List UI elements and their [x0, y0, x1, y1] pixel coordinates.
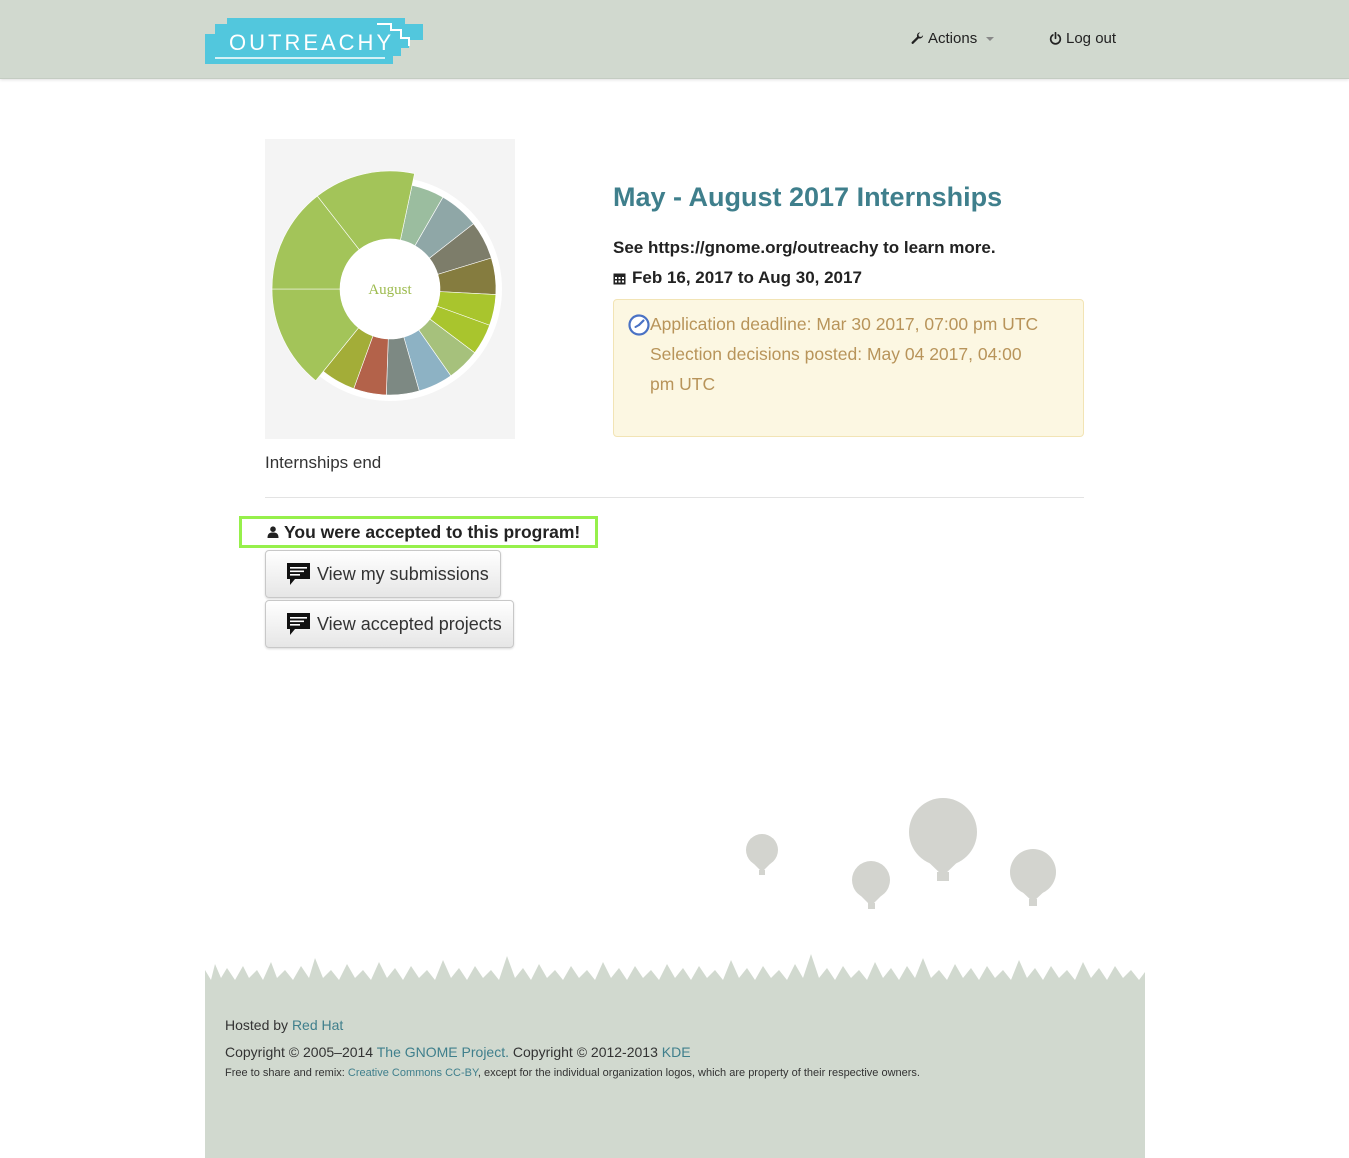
chevron-down-icon: [986, 36, 995, 41]
balloon-mid-left: [852, 861, 890, 909]
hosted-by-line: Hosted by Red Hat: [225, 1012, 920, 1039]
person-icon: [267, 526, 279, 538]
chat-icon: [287, 613, 310, 635]
round-dates-text: Feb 16, 2017 to Aug 30, 2017: [632, 268, 862, 287]
copyright-prefix: Copyright © 2005–2014: [225, 1044, 374, 1060]
balloon-small-left: [746, 834, 778, 875]
clock-icon: [628, 314, 650, 336]
outreachy-logo[interactable]: OUTREACHY: [205, 18, 425, 64]
copyright-mid: Copyright © 2012-2013: [512, 1044, 658, 1060]
license-suffix: , except for the individual organization…: [477, 1067, 920, 1079]
actions-label: Actions: [928, 30, 978, 47]
power-icon: [1049, 32, 1062, 45]
copyright-line: Copyright © 2005–2014 The GNOME Project.…: [225, 1039, 920, 1066]
logo-text: OUTREACHY: [229, 30, 395, 55]
accepted-status-text: You were accepted to this program!: [284, 521, 581, 542]
balloon-right: [1010, 849, 1056, 906]
chat-icon: [287, 563, 310, 585]
application-deadline: Application deadline: Mar 30 2017, 07:00…: [650, 314, 1039, 334]
red-hat-link[interactable]: Red Hat: [292, 1017, 343, 1033]
internship-wheel-image: August: [265, 139, 515, 439]
view-submissions-label: View my submissions: [317, 563, 489, 584]
balloons-decoration: [746, 798, 1056, 909]
license-prefix: Free to share and remix:: [225, 1067, 345, 1079]
deadline-alert: Application deadline: Mar 30 2017, 07:00…: [613, 299, 1084, 437]
license-line: Free to share and remix: Creative Common…: [225, 1066, 920, 1080]
gnome-project-link[interactable]: The GNOME Project.: [377, 1044, 509, 1060]
round-dates: Feb 16, 2017 to Aug 30, 2017: [613, 268, 862, 288]
learn-more-text: See https://gnome.org/outreachy to learn…: [613, 238, 996, 257]
balloon-large: [909, 798, 977, 881]
section-divider: [265, 497, 1084, 498]
wheel-caption: Internships end: [265, 453, 382, 472]
hosted-prefix: Hosted by: [225, 1017, 289, 1033]
wheel-graphic: August: [271, 170, 502, 401]
footer-text: Hosted by Red Hat Copyright © 2005–2014 …: [225, 1012, 920, 1080]
logout-label: Log out: [1066, 30, 1117, 47]
accepted-status: You were accepted to this program!: [239, 516, 598, 548]
selection-decisions: Selection decisions posted: May 04 2017,…: [650, 344, 1022, 394]
deadline-text: Application deadline: Mar 30 2017, 07:00…: [650, 309, 1050, 399]
view-accepted-projects-button[interactable]: View accepted projects: [265, 600, 514, 648]
wrench-icon: [911, 32, 924, 44]
calendar-icon: [613, 273, 626, 284]
kde-link[interactable]: KDE: [662, 1044, 691, 1060]
footer: Hosted by Red Hat Copyright © 2005–2014 …: [205, 950, 1145, 1158]
navbar: OUTREACHY Actions Log out: [0, 0, 1349, 79]
view-accepted-projects-label: View accepted projects: [317, 613, 502, 634]
logout-link[interactable]: Log out: [1049, 30, 1116, 47]
wheel-center-label: August: [368, 282, 412, 298]
creative-commons-link[interactable]: Creative Commons CC-BY: [348, 1067, 478, 1079]
view-submissions-button[interactable]: View my submissions: [265, 550, 501, 598]
actions-menu[interactable]: Actions: [911, 30, 995, 47]
round-title: May - August 2017 Internships: [613, 182, 1003, 212]
